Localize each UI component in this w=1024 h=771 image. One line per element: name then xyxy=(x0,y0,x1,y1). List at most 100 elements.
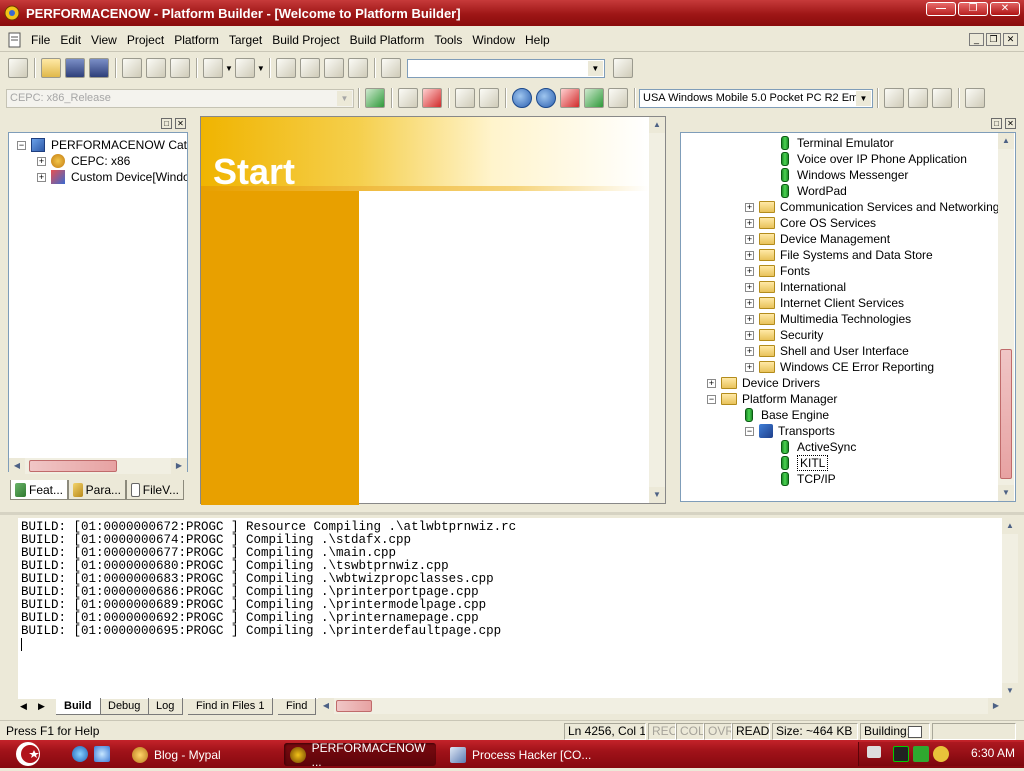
catalog-item[interactable]: + File Systems and Data Store xyxy=(745,247,933,263)
catalog-item[interactable]: + Fonts xyxy=(745,263,810,279)
redo-icon[interactable] xyxy=(234,58,255,78)
collapse-icon[interactable]: − xyxy=(707,394,716,404)
refresh-icon[interactable] xyxy=(584,88,604,108)
scroll-up-icon[interactable]: ▲ xyxy=(998,133,1014,149)
new-file-icon[interactable] xyxy=(455,88,475,108)
catalog-item[interactable]: + Device Drivers xyxy=(707,375,820,391)
catalog-icon[interactable] xyxy=(365,88,385,108)
expand-icon[interactable]: + xyxy=(745,202,754,212)
save-all-icon[interactable] xyxy=(89,58,109,78)
menu-window[interactable]: Window xyxy=(467,33,520,47)
tree-item-custom-device[interactable]: + Custom Device[Windo xyxy=(37,169,187,185)
expand-icon[interactable]: + xyxy=(745,282,754,292)
expand-icon[interactable]: + xyxy=(745,346,754,356)
menu-platform[interactable]: Platform xyxy=(169,33,224,47)
catalog-item[interactable]: + Device Management xyxy=(745,231,890,247)
search-icon[interactable] xyxy=(933,746,949,762)
expand-icon[interactable]: + xyxy=(745,330,754,340)
mdi-close-button[interactable]: ✕ xyxy=(1003,33,1018,46)
chevron-down-icon[interactable]: ▼ xyxy=(856,90,871,106)
tab-scroll-right-icon[interactable]: ▶ xyxy=(38,698,50,714)
menu-tools[interactable]: Tools xyxy=(429,33,467,47)
catalog-item[interactable]: Voice over IP Phone Application xyxy=(781,151,967,167)
scroll-down-icon[interactable]: ▼ xyxy=(1002,683,1018,699)
catalog-item[interactable]: Base Engine xyxy=(745,407,829,423)
save-icon[interactable] xyxy=(65,58,85,78)
document-icon[interactable] xyxy=(6,31,24,49)
device-emulator-icon[interactable] xyxy=(965,88,985,108)
minimize-button[interactable]: — xyxy=(926,2,956,16)
hand-icon[interactable] xyxy=(479,88,499,108)
taskbar-button-process-hacker[interactable]: Process Hacker [CO... xyxy=(444,743,596,766)
menu-edit[interactable]: Edit xyxy=(55,33,86,47)
catalog-item[interactable]: + Core OS Services xyxy=(745,215,876,231)
catalog-item[interactable]: + Communication Services and Networking xyxy=(745,199,999,215)
expand-icon[interactable]: + xyxy=(37,172,46,182)
tab-fileview[interactable]: FileV... xyxy=(126,480,184,500)
taskbar-button-platform-builder[interactable]: PERFORMACENOW ... xyxy=(284,741,436,769)
scroll-left-icon[interactable]: ◀ xyxy=(9,458,25,474)
collapse-icon[interactable]: − xyxy=(745,426,754,436)
ie-quicklaunch-icon[interactable] xyxy=(72,746,88,762)
catalog-vscrollbar[interactable]: ▲ ▼ xyxy=(998,133,1014,501)
catalog-close-button[interactable]: ✕ xyxy=(1005,117,1016,129)
undo-dropdown-icon[interactable]: ▼ xyxy=(225,64,233,73)
workspace-icon[interactable] xyxy=(8,58,28,78)
sdk-combo[interactable]: USA Windows Mobile 5.0 Pocket PC R2 Em ▼ xyxy=(639,88,873,108)
workspace-restore-button[interactable]: □ xyxy=(161,117,172,129)
catalog-item[interactable]: ActiveSync xyxy=(781,439,856,455)
copy-icon[interactable] xyxy=(146,58,166,78)
title-bar[interactable]: PERFORMACENOW - Platform Builder - [Welc… xyxy=(0,0,1024,26)
cut-icon[interactable] xyxy=(122,58,142,78)
scroll-left-icon[interactable]: ◀ xyxy=(318,698,334,714)
tab-log[interactable]: Log xyxy=(148,698,184,715)
browser-quicklaunch-icon[interactable] xyxy=(94,746,110,762)
tree-item-root[interactable]: − PERFORMACENOW Catal xyxy=(17,137,187,153)
find-combo[interactable]: ▼ xyxy=(406,58,605,78)
scroll-down-icon[interactable]: ▼ xyxy=(649,487,665,503)
chevron-down-icon[interactable]: ▼ xyxy=(337,90,352,106)
taskbar-button-blog[interactable]: Blog - Mypal xyxy=(126,743,278,766)
workspace-close-button[interactable]: ✕ xyxy=(175,117,186,129)
catalog-item[interactable]: + Security xyxy=(745,327,823,343)
catalog-item[interactable]: − Platform Manager xyxy=(707,391,837,407)
catalog-restore-button[interactable]: □ xyxy=(991,117,1002,129)
output-vscrollbar[interactable]: ▲ ▼ xyxy=(1002,518,1018,699)
mdi-minimize-button[interactable]: _ xyxy=(969,33,984,46)
expand-icon[interactable]: + xyxy=(745,362,754,372)
catalog-item[interactable]: − Transports xyxy=(745,423,835,439)
expand-icon[interactable]: + xyxy=(745,250,754,260)
expand-icon[interactable]: + xyxy=(745,234,754,244)
menu-view[interactable]: View xyxy=(86,33,122,47)
expand-icon[interactable]: + xyxy=(707,378,716,388)
monitor-icon[interactable] xyxy=(893,746,909,762)
output-hscrollbar[interactable]: ◀ ▶ xyxy=(318,698,1004,714)
catalog-item[interactable]: + International xyxy=(745,279,846,295)
scroll-thumb[interactable] xyxy=(1000,349,1012,479)
catalog-item[interactable]: KITL xyxy=(781,455,829,471)
chevron-down-icon[interactable]: ▼ xyxy=(587,60,603,76)
tab-featureview[interactable]: Feat... xyxy=(10,480,68,500)
expand-icon[interactable]: + xyxy=(745,218,754,228)
expand-icon[interactable]: + xyxy=(745,314,754,324)
keyboard-icon[interactable] xyxy=(867,746,881,758)
catalog-item[interactable]: Windows Messenger xyxy=(781,167,908,183)
undo-icon[interactable] xyxy=(203,58,223,78)
menu-help[interactable]: Help xyxy=(520,33,555,47)
build-config-combo[interactable]: CEPC: x86_Release ▼ xyxy=(6,88,354,108)
mdi-restore-button[interactable]: ❐ xyxy=(986,33,1001,46)
back-icon[interactable] xyxy=(512,88,532,108)
catalog-item[interactable]: TCP/IP xyxy=(781,471,836,487)
scroll-thumb[interactable] xyxy=(336,700,372,712)
find-in-files-icon[interactable] xyxy=(380,58,401,78)
disconnect-device-icon[interactable] xyxy=(932,88,952,108)
stop-icon[interactable] xyxy=(560,88,580,108)
tree-item-cepc[interactable]: + CEPC: x86 xyxy=(37,153,130,169)
tab-debug[interactable]: Debug xyxy=(100,698,150,715)
catalog-item[interactable]: + Multimedia Technologies xyxy=(745,311,911,327)
expand-icon[interactable]: + xyxy=(745,266,754,276)
scroll-up-icon[interactable]: ▲ xyxy=(649,117,665,133)
home-icon[interactable] xyxy=(608,88,628,108)
forward-icon[interactable] xyxy=(536,88,556,108)
scroll-right-icon[interactable]: ▶ xyxy=(988,698,1004,714)
